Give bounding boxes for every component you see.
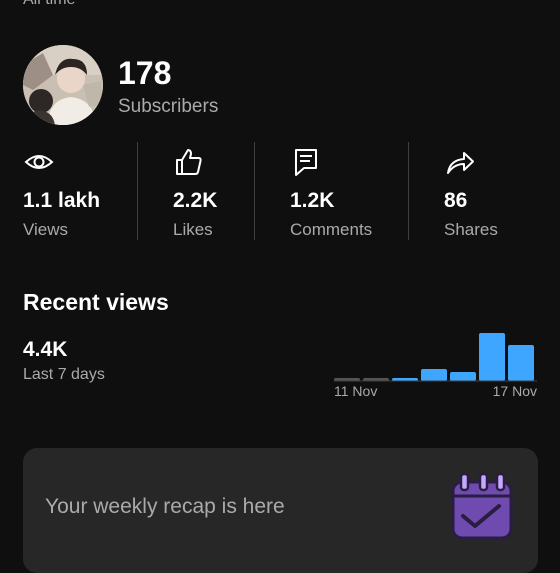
share-icon bbox=[447, 152, 474, 174]
avatar[interactable] bbox=[23, 45, 103, 125]
period-label: All time bbox=[23, 0, 75, 9]
comments-value: 1.2K bbox=[290, 189, 335, 212]
eye-icon bbox=[24, 155, 54, 169]
chart-tick-label: 11 Nov bbox=[334, 383, 377, 399]
views-value: 1.1 lakh bbox=[23, 189, 101, 212]
likes-value: 2.2K bbox=[173, 189, 218, 212]
subscriber-label: Subscribers bbox=[118, 96, 219, 117]
recent-views-value: 4.4K bbox=[23, 338, 68, 361]
chart-tick-label: 17 Nov bbox=[493, 383, 537, 399]
divider bbox=[254, 142, 255, 240]
shares-value: 86 bbox=[444, 189, 468, 212]
divider bbox=[408, 142, 409, 240]
recap-text: Your weekly recap is here bbox=[45, 495, 285, 518]
chart-bar bbox=[421, 369, 447, 381]
recent-views-title: Recent views bbox=[23, 289, 169, 315]
weekly-recap-card[interactable]: Your weekly recap is here bbox=[23, 448, 538, 573]
likes-label: Likes bbox=[173, 220, 213, 239]
calendar-check-icon bbox=[451, 472, 513, 540]
stats-row: 1.1 lakh Views 2.2K Likes 1.2K Comments … bbox=[0, 142, 560, 242]
divider bbox=[137, 142, 138, 240]
shares-label: Shares bbox=[444, 220, 498, 239]
recent-views-chart[interactable]: 11 Nov 17 Nov bbox=[330, 325, 540, 400]
avatar-photo bbox=[23, 45, 103, 125]
thumbs-up-icon bbox=[176, 149, 202, 175]
chart-bar bbox=[479, 333, 505, 381]
chart-bar bbox=[450, 372, 476, 381]
comment-icon bbox=[295, 149, 317, 176]
subscriber-count: 178 bbox=[118, 55, 172, 91]
comments-label: Comments bbox=[290, 220, 373, 239]
recent-views-period: Last 7 days bbox=[23, 366, 105, 383]
views-label: Views bbox=[23, 220, 69, 239]
chart-bar bbox=[508, 345, 534, 381]
